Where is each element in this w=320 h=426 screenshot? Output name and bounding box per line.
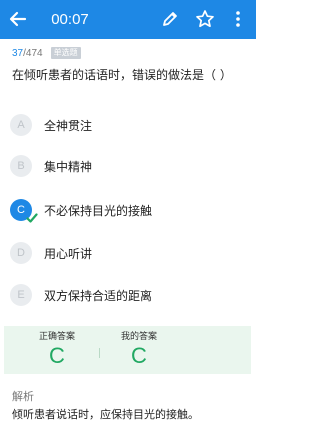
analysis-text: 倾听患者说话时，应保持目光的接触。 (12, 408, 199, 421)
answer-summary: 正确答案 C 我的答案 C (4, 326, 251, 374)
pencil-icon[interactable] (161, 10, 179, 28)
my-answer-value: C (131, 343, 147, 368)
more-vertical-icon[interactable] (232, 10, 244, 28)
top-app-bar: 00:07 (0, 0, 256, 39)
timer: 00:07 (51, 11, 89, 28)
option-text: 不必保持目光的接触 (44, 203, 153, 218)
option-text: 集中精神 (44, 159, 93, 174)
question-counter: 37 /474 单选题 (12, 45, 81, 61)
question-type-badge: 单选题 (50, 47, 81, 59)
option-letter: D (10, 242, 32, 264)
option-text: 双方保持合适的距离 (44, 288, 153, 303)
option-text: 用心听讲 (44, 246, 93, 261)
option-letter: E (10, 284, 32, 306)
star-icon[interactable] (195, 9, 215, 29)
current-question-number: 37 (12, 47, 24, 59)
option-letter-selected: C (10, 199, 38, 223)
my-answer-label: 我的答案 (120, 332, 157, 342)
correct-answer-value: C (49, 343, 65, 368)
option-letter-value: C (17, 204, 25, 216)
my-answer: 我的答案 C (99, 331, 179, 369)
option-letter: B (10, 155, 32, 177)
question-text: 在倾听患者的话语时，错误的做法是（ ） (12, 68, 232, 82)
option-b[interactable]: B 集中精神 (10, 154, 246, 178)
option-e[interactable]: E 双方保持合适的距离 (10, 283, 246, 307)
back-arrow-icon[interactable] (8, 9, 28, 29)
correct-answer-label: 正确答案 (38, 332, 75, 342)
option-a[interactable]: A 全神贯注 (10, 113, 246, 137)
correct-answer: 正确答案 C (17, 331, 97, 369)
analysis-title: 解析 (12, 390, 34, 403)
option-letter: A (10, 114, 32, 136)
option-c[interactable]: C 不必保持目光的接触 (10, 198, 246, 223)
check-icon (26, 212, 38, 224)
option-d[interactable]: D 用心听讲 (10, 241, 246, 265)
total-questions: /474 (23, 47, 43, 59)
option-text: 全神贯注 (44, 118, 93, 133)
